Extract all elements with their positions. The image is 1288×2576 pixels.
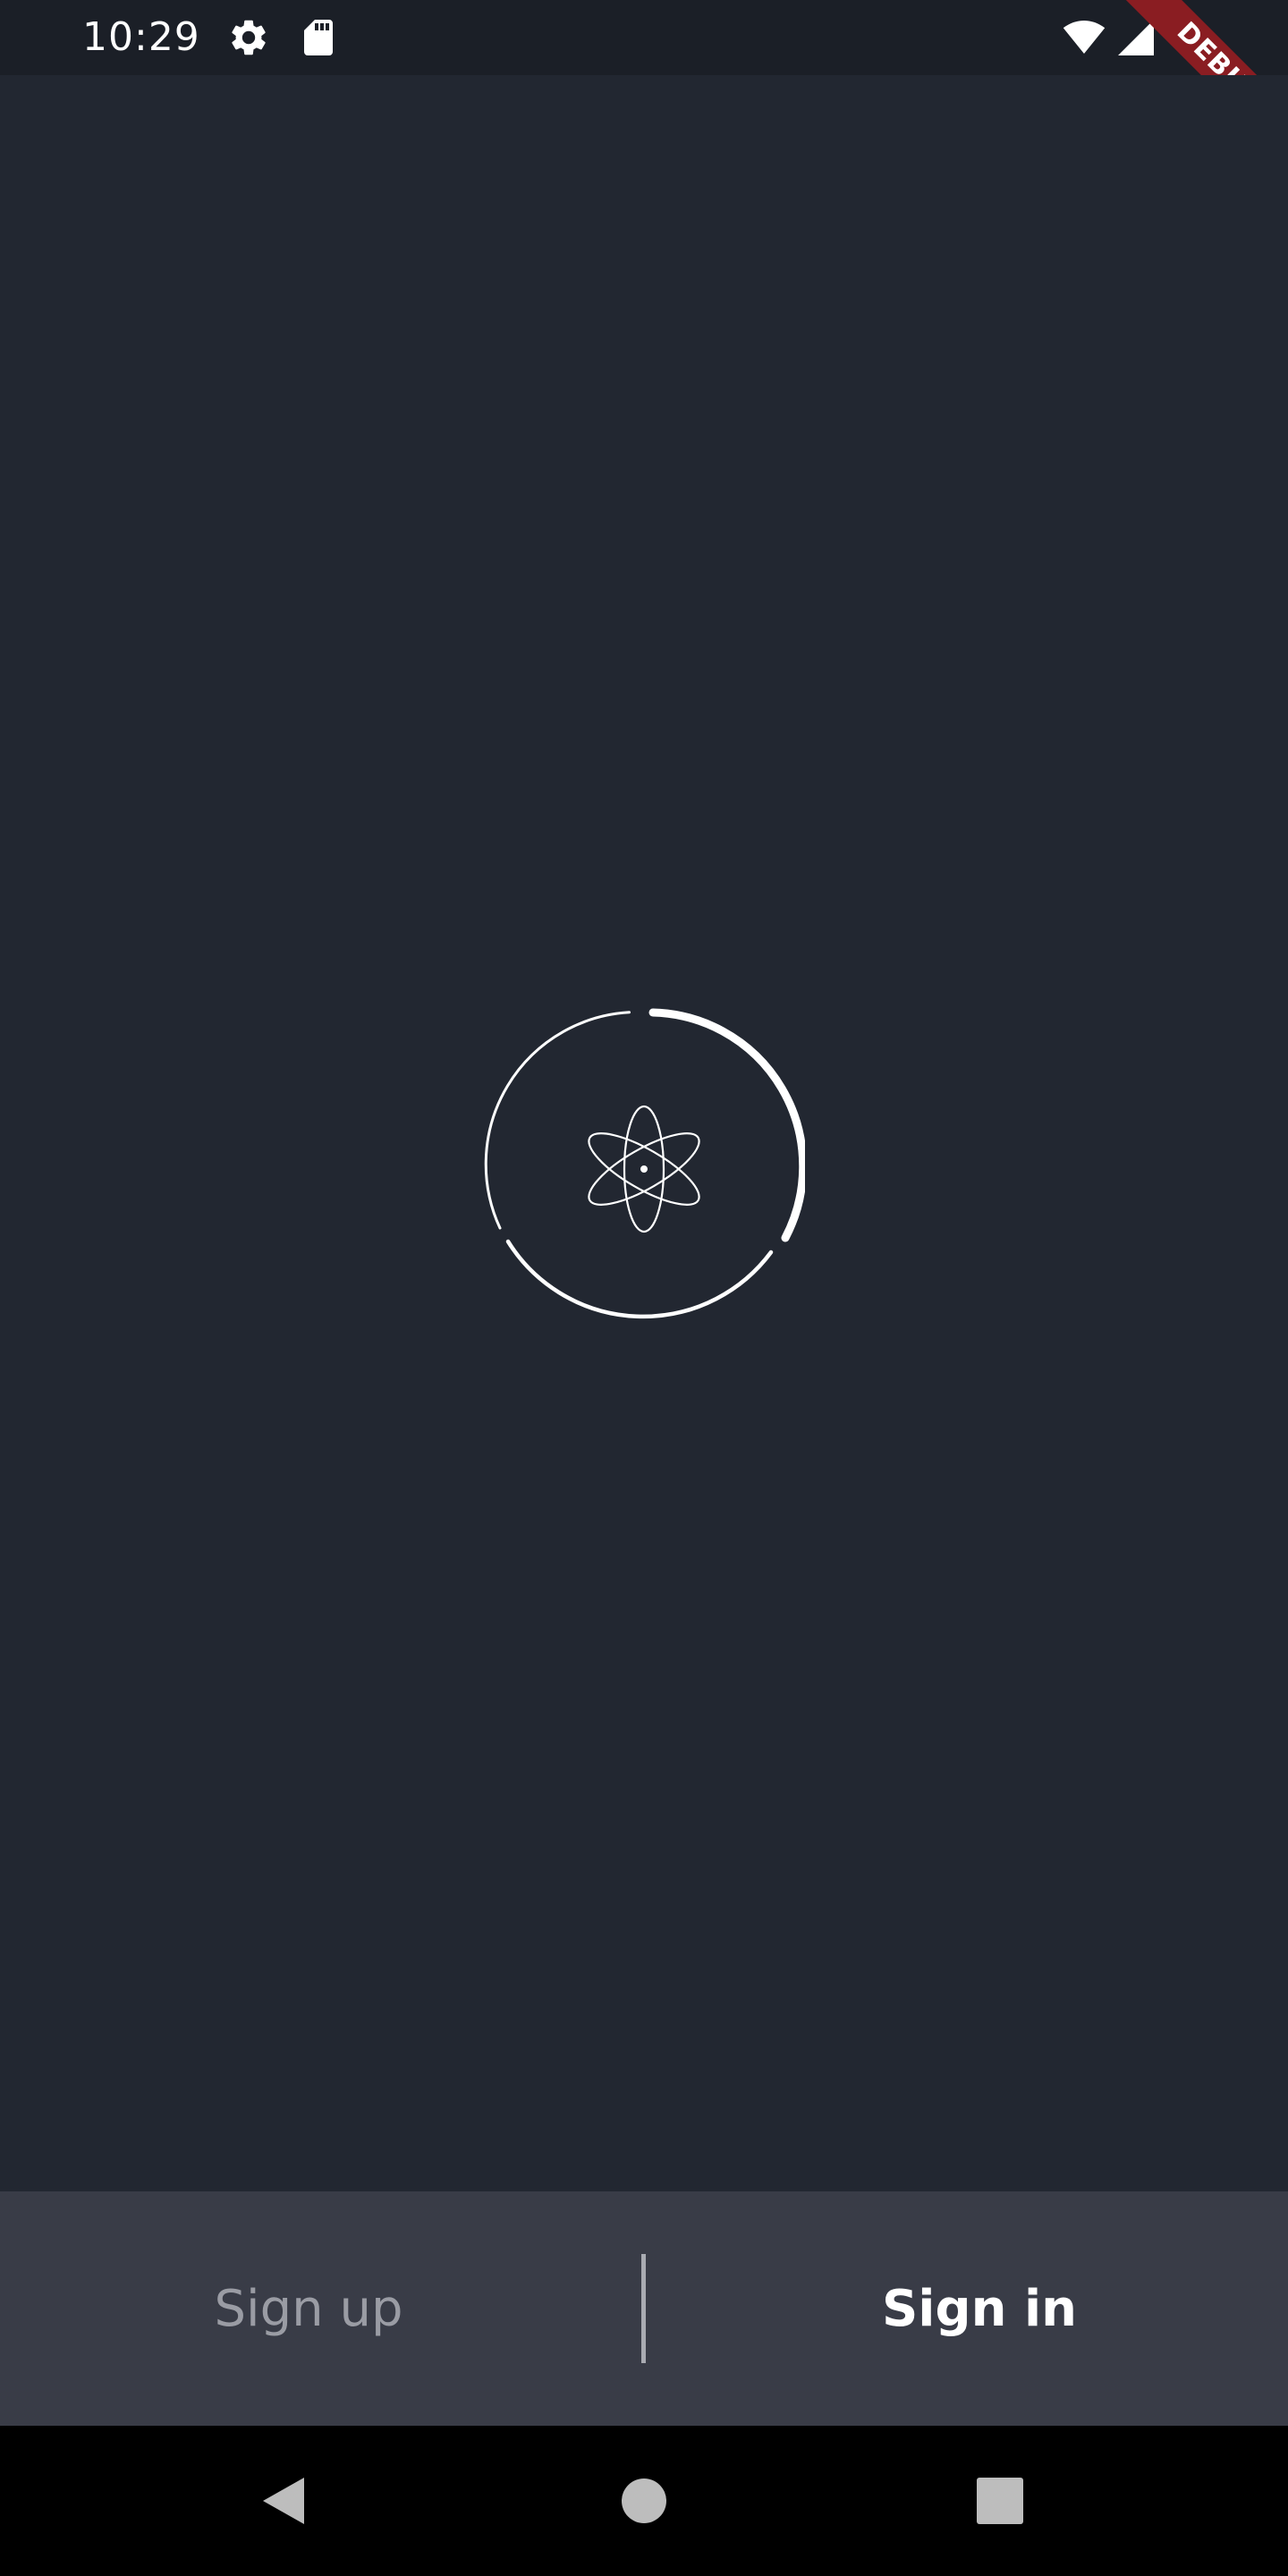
recents-icon[interactable] (964, 2465, 1036, 2537)
sign-in-button[interactable]: Sign in (671, 2191, 1288, 2426)
main-content (0, 75, 1288, 2191)
back-icon[interactable] (249, 2465, 320, 2537)
home-icon[interactable] (608, 2465, 680, 2537)
loader-arc-thin (484, 1011, 631, 1230)
atom-icon (588, 1105, 700, 1233)
loader-arc-medium (505, 1239, 774, 1319)
sd-card-icon (304, 20, 333, 55)
auth-divider (641, 2254, 646, 2363)
loading-indicator (484, 1008, 805, 1319)
wifi-icon (1063, 21, 1106, 54)
auth-bar: Sign up Sign in (0, 2191, 1288, 2426)
battery-icon (1182, 20, 1200, 55)
navigation-bar (0, 2426, 1288, 2576)
status-time: 10:29 (82, 14, 200, 60)
sign-up-button[interactable]: Sign up (0, 2191, 617, 2426)
settings-icon (232, 20, 266, 55)
signal-icon (1118, 20, 1154, 55)
status-bar: 10:29 (0, 0, 1288, 75)
